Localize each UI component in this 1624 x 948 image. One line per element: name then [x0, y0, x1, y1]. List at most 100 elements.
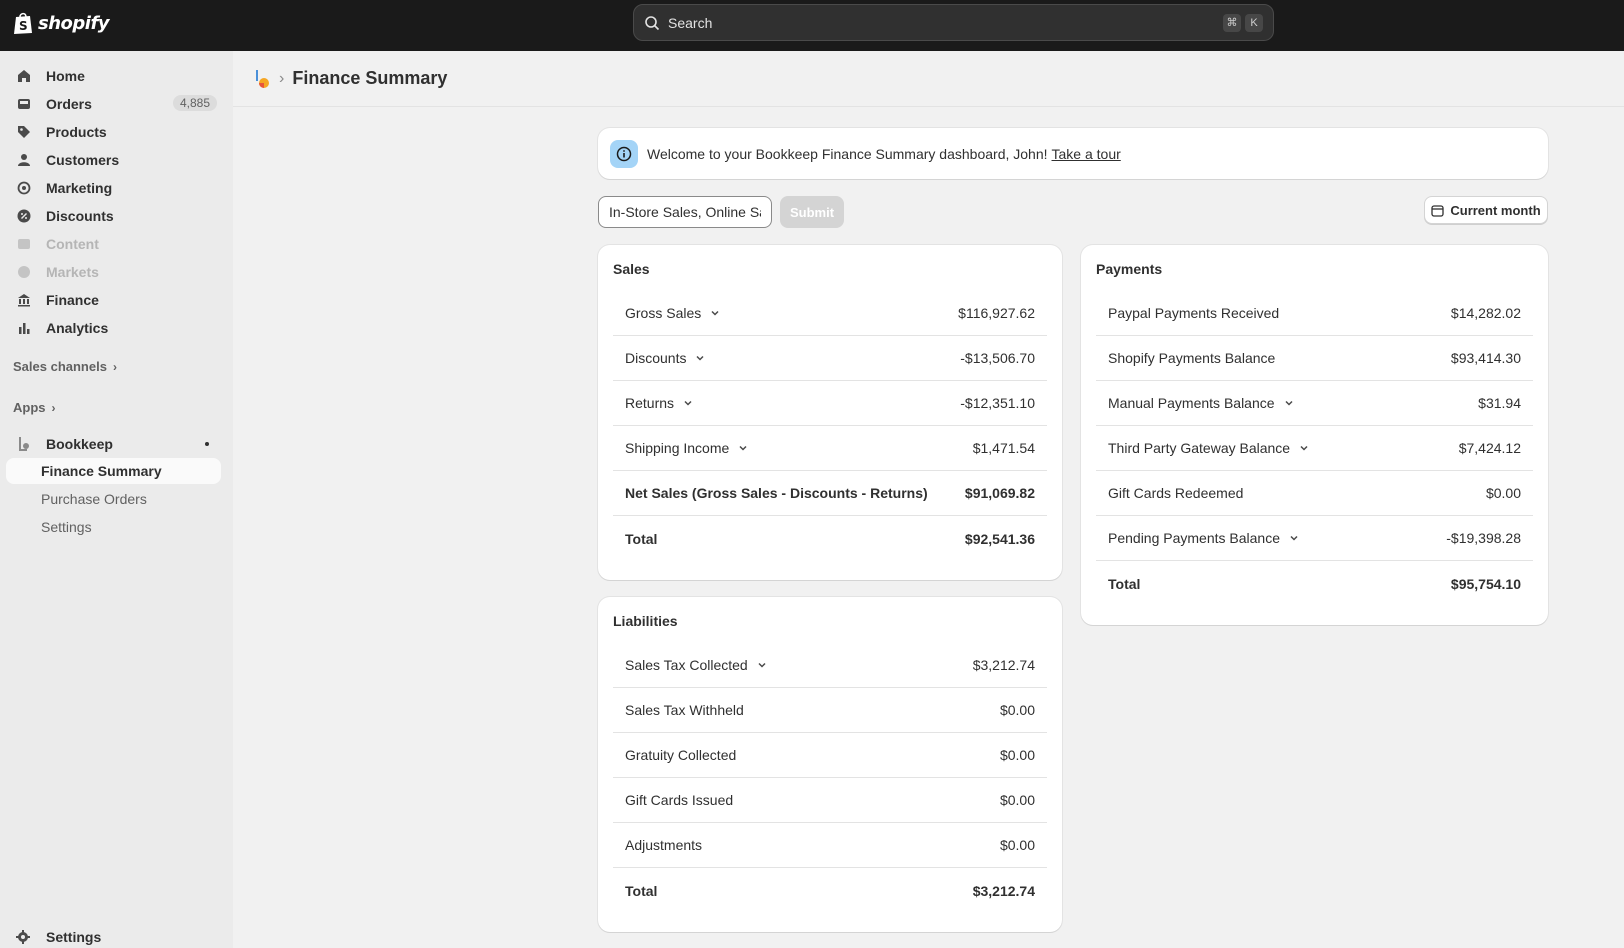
row-value: $14,282.02 — [1450, 305, 1521, 321]
row-label: Returns — [625, 395, 694, 411]
sales-row-returns[interactable]: Returns -$12,351.10 — [613, 381, 1047, 426]
sidebar-item-label: Products — [46, 124, 107, 140]
bookkeep-app-icon — [16, 436, 32, 452]
row-label: Sales Tax Withheld — [625, 702, 744, 718]
row-value: $91,069.82 — [964, 485, 1035, 501]
sales-row-total: Total $92,541.36 — [613, 516, 1047, 561]
sidebar-item-orders[interactable]: Orders 4,885 — [6, 91, 221, 117]
shopify-logo[interactable]: S shopify — [12, 11, 110, 35]
sales-row-gross-sales[interactable]: Gross Sales $116,927.62 — [613, 291, 1047, 336]
gear-icon — [16, 930, 32, 944]
liabilities-row-sales-tax-collected[interactable]: Sales Tax Collected $3,212.74 — [613, 643, 1047, 688]
sales-channel-filter-input[interactable] — [598, 196, 772, 228]
search-bar[interactable]: Search ⌘ K — [633, 4, 1274, 41]
page-header: › Finance Summary — [233, 51, 1624, 107]
sub-item-label: Finance Summary — [41, 463, 162, 479]
row-label-text: Paypal Payments Received — [1108, 305, 1280, 321]
sidebar-item-settings[interactable]: Settings — [6, 924, 221, 948]
chevron-down-icon[interactable] — [709, 307, 721, 319]
sidebar-item-label: Content — [46, 236, 99, 252]
orders-icon — [16, 96, 32, 112]
discount-icon — [16, 208, 32, 224]
sidebar-sub-item-finance-summary[interactable]: Finance Summary — [6, 458, 221, 484]
sidebar-item-products[interactable]: Products — [6, 119, 221, 145]
period-label: Current month — [1450, 202, 1541, 218]
row-label-text: Sales Tax Withheld — [625, 702, 744, 718]
payments-row-shopify-payments-balance: Shopify Payments Balance $93,414.30 — [1096, 336, 1533, 381]
submit-button[interactable]: Submit — [780, 196, 844, 228]
search-icon — [645, 15, 660, 30]
row-value: $93,414.30 — [1450, 350, 1521, 366]
chevron-down-icon[interactable] — [682, 397, 694, 409]
content-icon — [16, 236, 32, 252]
sales-row-discounts[interactable]: Discounts -$13,506.70 — [613, 336, 1047, 381]
chevron-down-icon[interactable] — [1298, 442, 1310, 454]
search-placeholder: Search — [668, 14, 713, 31]
sidebar-item-home[interactable]: Home — [6, 63, 221, 89]
chevron-down-icon[interactable] — [737, 442, 749, 454]
payments-row-paypal-payments-received: Paypal Payments Received $14,282.02 — [1096, 291, 1533, 336]
payments-row-pending-payments-balance[interactable]: Pending Payments Balance -$19,398.28 — [1096, 516, 1533, 561]
sidebar-item-label: Customers — [46, 152, 120, 168]
row-value: $116,927.62 — [958, 305, 1035, 321]
sidebar-sub-item-settings[interactable]: Settings — [6, 514, 221, 540]
globe-icon — [16, 264, 32, 280]
row-label: Gross Sales — [625, 305, 721, 321]
shortcut-key-k: K — [1245, 13, 1263, 32]
sidebar-item-analytics[interactable]: Analytics — [6, 315, 221, 341]
row-value: $31.94 — [1478, 395, 1521, 411]
sub-item-label: Purchase Orders — [41, 491, 147, 507]
chevron-down-icon[interactable] — [1283, 397, 1295, 409]
home-icon — [16, 68, 32, 84]
row-value: $3,212.74 — [972, 657, 1035, 673]
row-label: Gift Cards Redeemed — [1108, 485, 1243, 501]
row-value: -$13,506.70 — [960, 350, 1035, 366]
sidebar-item-label: Marketing — [46, 180, 113, 196]
row-label-text: Gift Cards Redeemed — [1108, 485, 1244, 501]
row-label-text: Discounts — [625, 350, 687, 366]
sidebar-item-discounts[interactable]: Discounts — [6, 203, 221, 229]
take-tour-link[interactable]: Take a tour — [1052, 146, 1121, 162]
row-label: Shipping Income — [625, 440, 749, 456]
breadcrumb-separator: › — [279, 69, 285, 87]
bookkeep-logo-icon[interactable] — [253, 69, 271, 89]
liabilities-row-total: Total $3,212.74 — [613, 868, 1047, 913]
bar-chart-icon — [16, 320, 32, 336]
row-label-text: Total — [625, 882, 658, 899]
sales-channels-section[interactable]: Sales channels › — [13, 359, 117, 374]
row-label-text: Adjustments — [625, 837, 703, 853]
notification-dot — [205, 442, 209, 446]
row-value: $1,471.54 — [972, 440, 1035, 456]
row-label-text: Shopify Payments Balance — [1108, 350, 1276, 366]
chevron-down-icon[interactable] — [756, 659, 768, 671]
chevron-down-icon[interactable] — [1288, 532, 1300, 544]
current-month-button[interactable]: Current month — [1424, 196, 1548, 224]
row-value: -$19,398.28 — [1446, 530, 1521, 546]
sidebar-sub-item-purchase-orders[interactable]: Purchase Orders — [6, 486, 221, 512]
sidebar-item-label: Markets — [46, 264, 99, 280]
card-title: Sales — [613, 261, 650, 277]
row-label: Shopify Payments Balance — [1108, 350, 1275, 366]
row-label-text: Gratuity Collected — [625, 747, 737, 763]
sidebar-item-content[interactable]: Content — [6, 231, 221, 257]
liabilities-row-adjustments: Adjustments $0.00 — [613, 823, 1047, 868]
apps-section[interactable]: Apps › — [13, 400, 56, 415]
sidebar-item-marketing[interactable]: Marketing — [6, 175, 221, 201]
sidebar-item-markets[interactable]: Markets — [6, 259, 221, 285]
shopify-bag-icon: S — [14, 12, 32, 34]
payments-row-manual-payments-balance[interactable]: Manual Payments Balance $31.94 — [1096, 381, 1533, 426]
payments-row-third-party-gateway-balance[interactable]: Third Party Gateway Balance $7,424.12 — [1096, 426, 1533, 471]
row-label: Total — [1108, 576, 1140, 592]
payments-row-total: Total $95,754.10 — [1096, 561, 1533, 606]
sidebar-item-label: Home — [46, 68, 85, 84]
sidebar-item-finance[interactable]: Finance — [6, 287, 221, 313]
sales-row-shipping-income[interactable]: Shipping Income $1,471.54 — [613, 426, 1047, 471]
sales-row-net-sales-gross-sales-discounts-returns: Net Sales (Gross Sales - Discounts - Ret… — [613, 471, 1047, 516]
shortcut-key-cmd: ⌘ — [1223, 13, 1241, 32]
settings-label: Settings — [46, 929, 102, 945]
chevron-down-icon[interactable] — [694, 352, 706, 364]
sidebar-item-label: Orders — [46, 96, 92, 112]
sidebar-item-bookkeep[interactable]: Bookkeep — [6, 431, 221, 457]
row-label: Gratuity Collected — [625, 747, 736, 763]
sidebar-item-customers[interactable]: Customers — [6, 147, 221, 173]
